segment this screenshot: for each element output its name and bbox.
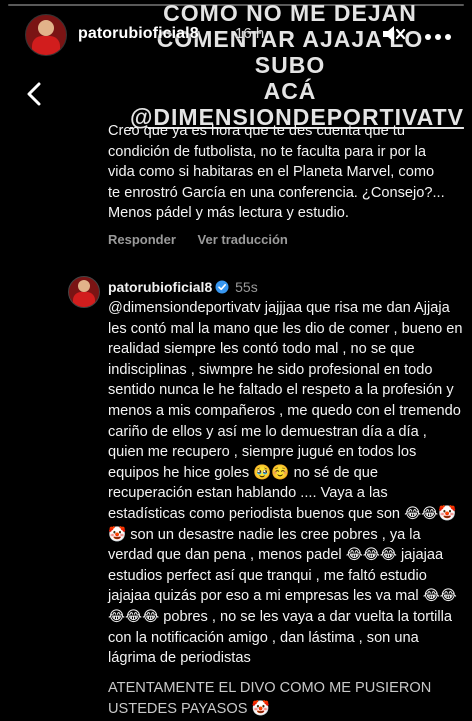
avatar-shirt xyxy=(32,36,60,55)
comment-actions: Responder Ver traducción xyxy=(108,232,448,247)
quoted-comment: Creo que ya es hora que te des cuenta qu… xyxy=(108,121,448,247)
story-header: patorubioficial8 16 h xyxy=(0,8,472,56)
reply-text: @dimensiondeportivatv jajjjaa que risa m… xyxy=(108,300,463,667)
more-horizontal-icon[interactable] xyxy=(424,28,452,46)
overlay-line-3: ACÁ xyxy=(263,78,317,104)
story-username[interactable]: patorubioficial8 xyxy=(78,25,199,43)
quoted-comment-text: Creo que ya es hora que te des cuenta qu… xyxy=(108,123,449,222)
reply-time-ago: 55s xyxy=(235,279,258,295)
see-translation-button[interactable]: Ver traducción xyxy=(198,232,288,247)
avatar-shirt xyxy=(73,292,95,307)
chevron-left-icon[interactable] xyxy=(26,82,42,111)
reply-button[interactable]: Responder xyxy=(108,232,176,247)
avatar-head xyxy=(38,20,54,36)
avatar[interactable] xyxy=(25,14,67,56)
speaker-mute-icon[interactable] xyxy=(380,22,406,51)
reply-signoff: ATENTAMENTE EL DIVO COMO ME PUSIERON UST… xyxy=(108,680,432,717)
reply-username[interactable]: patorubioficial8 xyxy=(108,279,212,295)
verified-badge-icon xyxy=(215,280,229,297)
story-timestamp: 16 h xyxy=(235,25,265,42)
reply-meta: patorubioficial8 55s xyxy=(108,279,258,297)
avatar-head xyxy=(78,280,90,292)
avatar[interactable] xyxy=(68,276,100,308)
reply-comment: patorubioficial8 55s @dimensiondeportiva… xyxy=(64,268,468,721)
